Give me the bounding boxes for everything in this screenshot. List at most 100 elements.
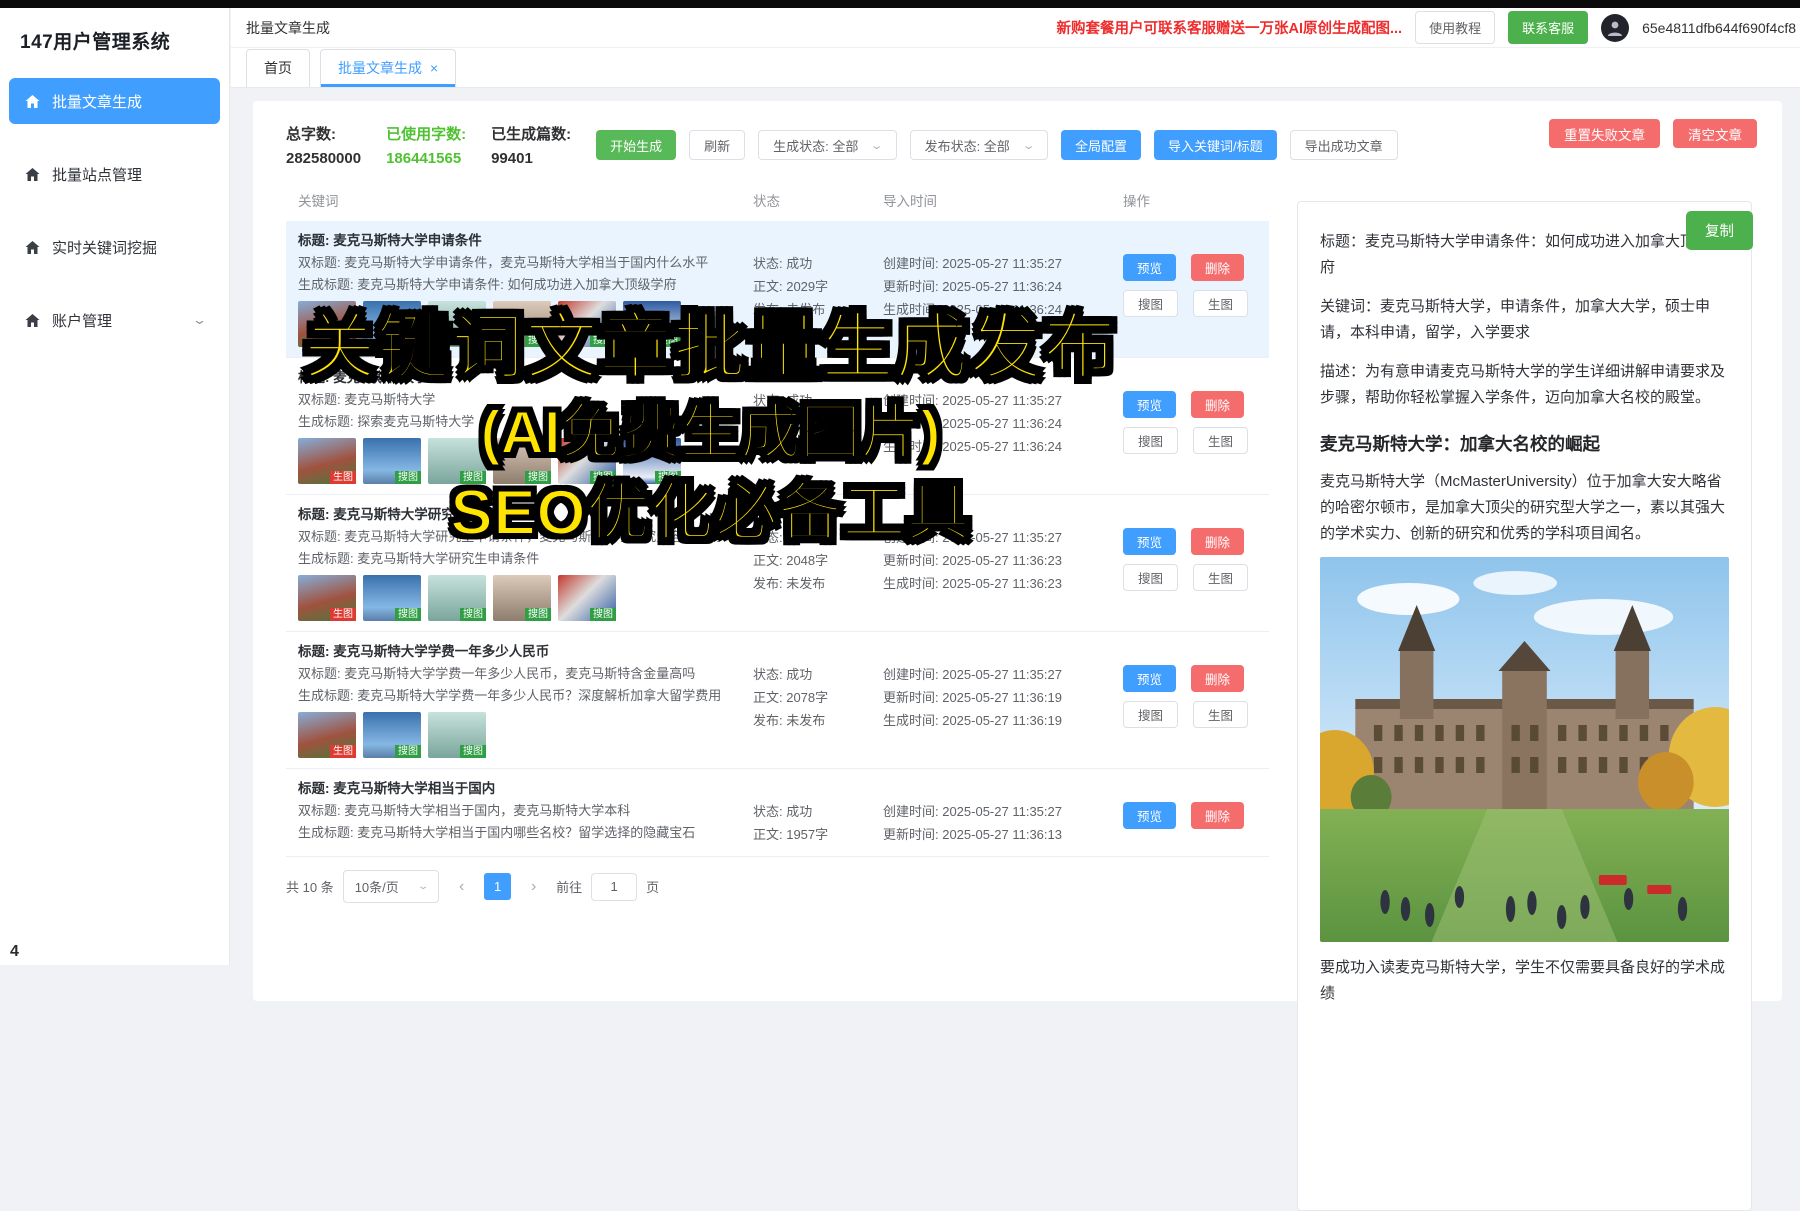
article-thumbnail[interactable]: 生图	[298, 712, 356, 758]
article-thumbnail[interactable]: 搜图	[428, 438, 486, 484]
delete-button[interactable]: 删除	[1191, 528, 1244, 555]
article-thumbnail[interactable]: 搜图	[558, 301, 616, 347]
sidebar-item-account-management[interactable]: 账户管理 ⌄	[9, 297, 220, 343]
table-row[interactable]: 标题: 麦克马斯特大学研究生申请条件 双标题: 麦克马斯特大学研究生申请条件，麦…	[286, 495, 1269, 632]
article-thumbnail[interactable]: 搜图	[623, 301, 681, 347]
sidebar-item-batch-site-management[interactable]: 批量站点管理	[9, 151, 220, 197]
current-page-button[interactable]: 1	[484, 873, 511, 900]
article-thumbnail[interactable]: 搜图	[493, 575, 551, 621]
preview-button[interactable]: 预览	[1123, 665, 1176, 692]
reset-failed-button[interactable]: 重置失败文章	[1549, 119, 1660, 148]
tab-label: 首页	[264, 58, 292, 78]
article-generated-title: 生成标题: 麦克马斯特大学相当于国内哪些名校？留学选择的隐藏宝石	[298, 822, 753, 844]
stat-value: 282580000	[286, 150, 361, 167]
time-line: 更新时间: 2025-05-27 11:36:24	[883, 275, 1123, 298]
publish-status-select[interactable]: 发布状态: 全部⌄	[910, 130, 1048, 160]
table-row[interactable]: 标题: 麦克马斯特大学申请条件 双标题: 麦克马斯特大学申请条件，麦克马斯特大学…	[286, 221, 1269, 358]
generate-image-button[interactable]: 生图	[1193, 427, 1248, 454]
delete-button[interactable]: 删除	[1191, 665, 1244, 692]
stats-toolbar: 总字数: 282580000 已使用字数: 186441565 已生成篇数: 9…	[286, 123, 1752, 167]
article-thumbnail[interactable]: 搜图	[428, 301, 486, 347]
article-thumbnail[interactable]: 生图	[298, 575, 356, 621]
chevron-down-icon: ⌄	[1022, 139, 1036, 152]
table-header: 关键词 状态 导入时间 操作	[286, 179, 1269, 221]
avatar[interactable]	[1601, 14, 1629, 42]
copy-button[interactable]: 复制	[1686, 211, 1753, 250]
search-image-button[interactable]: 搜图	[1123, 427, 1178, 454]
time-line: 生成时间: 2025-05-27 11:36:19	[883, 709, 1123, 732]
preview-description: 描述：为有意申请麦克马斯特大学的学生详细讲解申请要求及步骤，帮助你轻松掌握入学条…	[1320, 359, 1729, 411]
thumbnail-strip: 生图搜图搜图	[298, 712, 753, 758]
generate-image-button[interactable]: 生图	[1193, 564, 1248, 591]
export-articles-button[interactable]: 导出成功文章	[1290, 130, 1398, 160]
generate-status-select[interactable]: 生成状态: 全部⌄	[758, 130, 896, 160]
preview-paragraph: 麦克马斯特大学（McMasterUniversity）位于加拿大安大略省的哈密尔…	[1320, 469, 1729, 547]
preview-button[interactable]: 预览	[1123, 391, 1176, 418]
table-row[interactable]: 标题: 麦克马斯特大学学费一年多少人民币 双标题: 麦克马斯特大学学费一年多少人…	[286, 632, 1269, 769]
thumbnail-badge: 搜图	[460, 608, 486, 621]
article-thumbnail[interactable]: 搜图	[428, 712, 486, 758]
article-thumbnail[interactable]: 搜图	[363, 712, 421, 758]
close-icon[interactable]: ×	[430, 61, 438, 75]
article-thumbnail[interactable]: 搜图	[363, 301, 421, 347]
article-generated-title: 生成标题: 麦克马斯特大学研究生申请条件	[298, 548, 753, 570]
main-content: 总字数: 282580000 已使用字数: 186441565 已生成篇数: 9…	[231, 88, 1800, 965]
article-dual-title: 双标题: 麦克马斯特大学	[298, 389, 753, 411]
tab-label: 批量文章生成	[338, 58, 422, 78]
article-thumbnail[interactable]: 生图	[298, 438, 356, 484]
search-image-button[interactable]: 搜图	[1123, 290, 1178, 317]
refresh-button[interactable]: 刷新	[689, 130, 745, 160]
table-row[interactable]: 标题: 麦克马斯特大学 双标题: 麦克马斯特大学 生成标题: 探索麦克马斯特大学…	[286, 358, 1269, 495]
start-generate-button[interactable]: 开始生成	[596, 130, 676, 160]
promo-notice: 新购套餐用户可联系客服赠送一万张AI原创生成配图...	[1056, 17, 1402, 38]
search-image-button[interactable]: 搜图	[1123, 564, 1178, 591]
article-thumbnail[interactable]: 搜图	[558, 575, 616, 621]
article-thumbnail[interactable]: 搜图	[493, 301, 551, 347]
goto-unit: 页	[646, 877, 659, 896]
article-thumbnail[interactable]: 搜图	[558, 438, 616, 484]
next-page-button[interactable]: ›	[520, 873, 547, 900]
tab-batch-article-generation[interactable]: 批量文章生成 ×	[320, 49, 456, 87]
article-thumbnail[interactable]: 搜图	[428, 575, 486, 621]
time-line: 创建时间: 2025-05-27 11:35:27	[883, 252, 1123, 275]
article-thumbnail[interactable]: 搜图	[493, 438, 551, 484]
clear-articles-button[interactable]: 清空文章	[1673, 119, 1757, 148]
tab-home[interactable]: 首页	[246, 49, 310, 87]
delete-button[interactable]: 删除	[1191, 254, 1244, 281]
article-dual-title: 双标题: 麦克马斯特大学申请条件，麦克马斯特大学相当于国内什么水平	[298, 252, 753, 274]
preview-button[interactable]: 预览	[1123, 802, 1176, 829]
sidebar-item-label: 批量站点管理	[52, 164, 142, 185]
article-dual-title: 双标题: 麦克马斯特大学学费一年多少人民币，麦克马斯特含金量高吗	[298, 663, 753, 685]
global-config-button[interactable]: 全局配置	[1061, 130, 1141, 160]
thumbnail-badge: 生图	[330, 745, 356, 758]
search-image-button[interactable]: 搜图	[1123, 701, 1178, 728]
tutorial-button[interactable]: 使用教程	[1415, 11, 1495, 44]
preview-keywords: 关键词：麦克马斯特大学，申请条件，加拿大大学，硕士申请，本科申请，留学，入学要求	[1320, 294, 1729, 346]
delete-button[interactable]: 删除	[1191, 802, 1244, 829]
time-line: 生成时间: 2025-05-27 11:36:24	[883, 435, 1123, 458]
stat-used-words: 已使用字数: 186441565	[386, 123, 466, 167]
sidebar-item-realtime-keyword-mining[interactable]: 实时关键词挖掘	[9, 224, 220, 270]
table-row[interactable]: 标题: 麦克马斯特大学相当于国内 双标题: 麦克马斯特大学相当于国内，麦克马斯特…	[286, 769, 1269, 857]
article-generated-title: 生成标题: 探索麦克马斯特大学	[298, 411, 753, 433]
article-thumbnail[interactable]: 搜图	[363, 438, 421, 484]
page-size-select[interactable]: 10条/页 ⌄	[343, 870, 439, 903]
article-thumbnail[interactable]: 搜图	[623, 438, 681, 484]
goto-page-input[interactable]	[591, 873, 637, 901]
preview-button[interactable]: 预览	[1123, 254, 1176, 281]
generate-image-button[interactable]: 生图	[1193, 290, 1248, 317]
tab-bar: 首页 批量文章生成 ×	[231, 48, 1800, 88]
generate-image-button[interactable]: 生图	[1193, 701, 1248, 728]
sidebar-item-label: 批量文章生成	[52, 91, 142, 112]
sidebar-item-batch-article-generation[interactable]: 批量文章生成	[9, 78, 220, 124]
import-keywords-button[interactable]: 导入关键词/标题	[1154, 130, 1277, 160]
status-line: 正文: 1957字	[753, 823, 883, 846]
prev-page-button[interactable]: ‹	[448, 873, 475, 900]
contact-support-button[interactable]: 联系客服	[1508, 11, 1588, 44]
article-thumbnail[interactable]: 生图	[298, 301, 356, 347]
preview-button[interactable]: 预览	[1123, 528, 1176, 555]
delete-button[interactable]: 删除	[1191, 391, 1244, 418]
time-line: 创建时间: 2025-05-27 11:35:27	[883, 663, 1123, 686]
article-thumbnail[interactable]: 搜图	[363, 575, 421, 621]
article-generated-title: 生成标题: 麦克马斯特大学学费一年多少人民币？深度解析加拿大留学费用	[298, 685, 753, 707]
